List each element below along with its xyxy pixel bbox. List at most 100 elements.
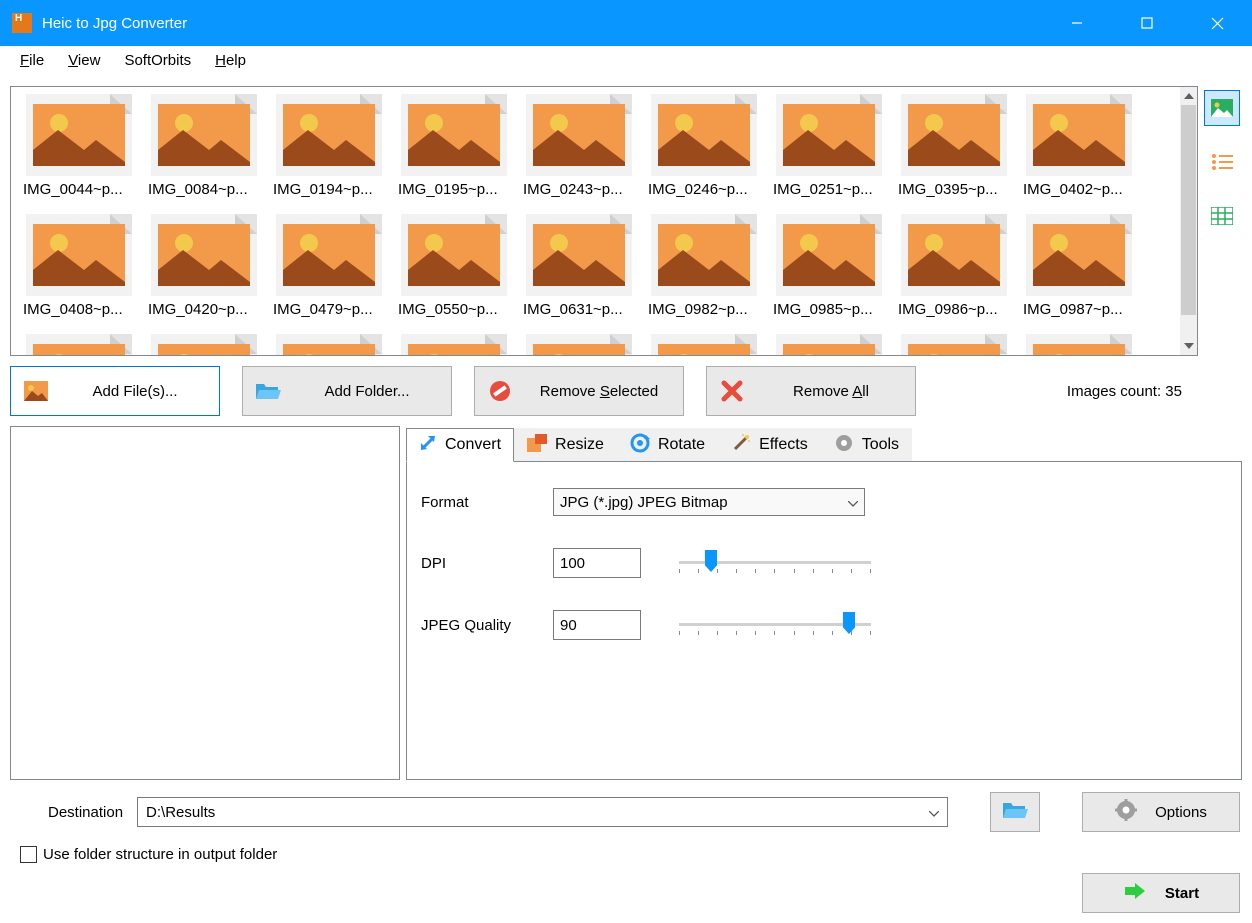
thumbnail-label: IMG_0408~p... <box>23 301 135 318</box>
menu-softorbits[interactable]: SoftOrbits <box>112 49 203 72</box>
destination-select[interactable]: D:\Results <box>137 797 948 827</box>
thumbnail-item[interactable] <box>392 331 516 355</box>
thumbnail-image-icon <box>274 211 384 299</box>
add-files-button[interactable]: Add File(s)... <box>10 366 220 416</box>
thumbnail-item[interactable]: IMG_0251~p... <box>767 91 891 211</box>
remove-selected-label: Remove Selected <box>525 383 683 400</box>
scroll-down-icon[interactable] <box>1180 337 1197 355</box>
thumbnail-image-icon <box>649 331 759 355</box>
dpi-slider[interactable] <box>679 550 871 576</box>
thumbnail-item[interactable]: IMG_0986~p... <box>892 211 1016 331</box>
folder-structure-row: Use folder structure in output folder <box>0 838 1252 869</box>
tab-rotate[interactable]: Rotate <box>617 428 718 462</box>
thumbnail-item[interactable] <box>1017 331 1141 355</box>
format-select[interactable]: JPG (*.jpg) JPEG Bitmap <box>553 488 865 516</box>
tab-strip: Convert Resize Rotate Effects Tools <box>406 426 1242 462</box>
thumbnail-image-icon <box>274 331 384 355</box>
browse-destination-button[interactable] <box>990 792 1040 832</box>
thumbnail-image-icon <box>774 211 884 299</box>
view-thumbnails-button[interactable] <box>1204 90 1240 126</box>
thumbnail-item[interactable]: IMG_0246~p... <box>642 91 766 211</box>
thumbnail-item[interactable] <box>267 331 391 355</box>
thumbnail-item[interactable]: IMG_0631~p... <box>517 211 641 331</box>
start-button[interactable]: Start <box>1082 873 1240 913</box>
options-button[interactable]: Options <box>1082 792 1240 832</box>
thumbnail-image-icon <box>649 91 759 179</box>
format-value: JPG (*.jpg) JPEG Bitmap <box>560 494 728 511</box>
expand-icon <box>419 434 437 457</box>
thumbnail-image-icon <box>899 211 1009 299</box>
thumbnail-item[interactable]: IMG_0084~p... <box>142 91 266 211</box>
chevron-down-icon <box>848 494 858 511</box>
gallery-scrollbar[interactable] <box>1179 87 1197 355</box>
tab-effects[interactable]: Effects <box>718 428 821 462</box>
thumbnail-item[interactable] <box>142 331 266 355</box>
thumbnail-image-icon <box>24 331 134 355</box>
thumbnail-image-icon <box>399 91 509 179</box>
thumbnail-item[interactable]: IMG_0402~p... <box>1017 91 1141 211</box>
thumbnail-image-icon <box>24 211 134 299</box>
gallery-scroll[interactable]: IMG_0044~p...IMG_0084~p...IMG_0194~p...I… <box>11 87 1179 355</box>
thumbnail-item[interactable]: IMG_0194~p... <box>267 91 391 211</box>
thumbnail-item[interactable] <box>642 331 766 355</box>
thumbnail-item[interactable]: IMG_0243~p... <box>517 91 641 211</box>
tabs-pane: Convert Resize Rotate Effects Tools Form… <box>406 426 1242 780</box>
thumbnail-item[interactable]: IMG_0195~p... <box>392 91 516 211</box>
view-details-button[interactable] <box>1204 198 1240 234</box>
thumbnail-item[interactable] <box>767 331 891 355</box>
thumbnail-item[interactable] <box>892 331 1016 355</box>
folder-structure-checkbox[interactable] <box>20 846 37 863</box>
start-row: Start <box>0 869 1252 923</box>
titlebar: Heic to Jpg Converter <box>0 0 1252 46</box>
rotate-icon <box>630 433 650 458</box>
add-folder-button[interactable]: Add Folder... <box>242 366 452 416</box>
play-icon <box>1123 881 1147 905</box>
quality-slider[interactable] <box>679 612 871 638</box>
thumbnail-image-icon <box>899 331 1009 355</box>
options-label: Options <box>1155 804 1207 821</box>
tab-convert[interactable]: Convert <box>406 428 514 462</box>
scrollbar-thumb[interactable] <box>1181 105 1196 315</box>
x-icon <box>707 380 757 402</box>
tab-resize[interactable]: Resize <box>514 428 617 462</box>
thumbnail-item[interactable] <box>17 331 141 355</box>
thumbnail-item[interactable]: IMG_0408~p... <box>17 211 141 331</box>
menu-view[interactable]: View <box>56 49 112 72</box>
app-icon <box>12 13 32 33</box>
view-list-button[interactable] <box>1204 144 1240 180</box>
close-button[interactable] <box>1182 0 1252 46</box>
thumbnail-image-icon <box>1024 331 1134 355</box>
titlebar-title: Heic to Jpg Converter <box>42 15 187 32</box>
thumbnail-image-icon <box>649 211 759 299</box>
quality-input[interactable] <box>553 610 641 640</box>
tab-tools[interactable]: Tools <box>821 428 912 462</box>
menu-help[interactable]: Help <box>203 49 258 72</box>
add-folder-label: Add Folder... <box>293 383 451 400</box>
remove-all-button[interactable]: Remove All <box>706 366 916 416</box>
thumbnail-item[interactable]: IMG_0987~p... <box>1017 211 1141 331</box>
scroll-up-icon[interactable] <box>1180 87 1197 105</box>
folder-structure-label: Use folder structure in output folder <box>43 846 277 863</box>
destination-value: D:\Results <box>146 804 215 821</box>
thumbnail-item[interactable]: IMG_0985~p... <box>767 211 891 331</box>
start-label: Start <box>1165 885 1199 902</box>
gallery-area: IMG_0044~p...IMG_0084~p...IMG_0194~p...I… <box>0 76 1252 356</box>
thumbnail-item[interactable]: IMG_0044~p... <box>17 91 141 211</box>
thumbnail-item[interactable]: IMG_0982~p... <box>642 211 766 331</box>
dpi-input[interactable] <box>553 548 641 578</box>
tab-convert-label: Convert <box>445 436 501 454</box>
thumbnail-item[interactable]: IMG_0395~p... <box>892 91 1016 211</box>
thumbnail-item[interactable]: IMG_0420~p... <box>142 211 266 331</box>
thumbnail-item[interactable] <box>517 331 641 355</box>
thumbnail-image-icon <box>1024 211 1134 299</box>
maximize-button[interactable] <box>1112 0 1182 46</box>
thumbnail-label: IMG_0402~p... <box>1023 181 1135 198</box>
folder-icon <box>1002 800 1028 824</box>
minimize-button[interactable] <box>1042 0 1112 46</box>
thumbnail-item[interactable]: IMG_0479~p... <box>267 211 391 331</box>
remove-selected-button[interactable]: Remove Selected <box>474 366 684 416</box>
thumbnail-item[interactable]: IMG_0550~p... <box>392 211 516 331</box>
folder-open-icon <box>243 381 293 401</box>
thumbnail-label: IMG_0631~p... <box>523 301 635 318</box>
menu-file[interactable]: File <box>8 49 56 72</box>
